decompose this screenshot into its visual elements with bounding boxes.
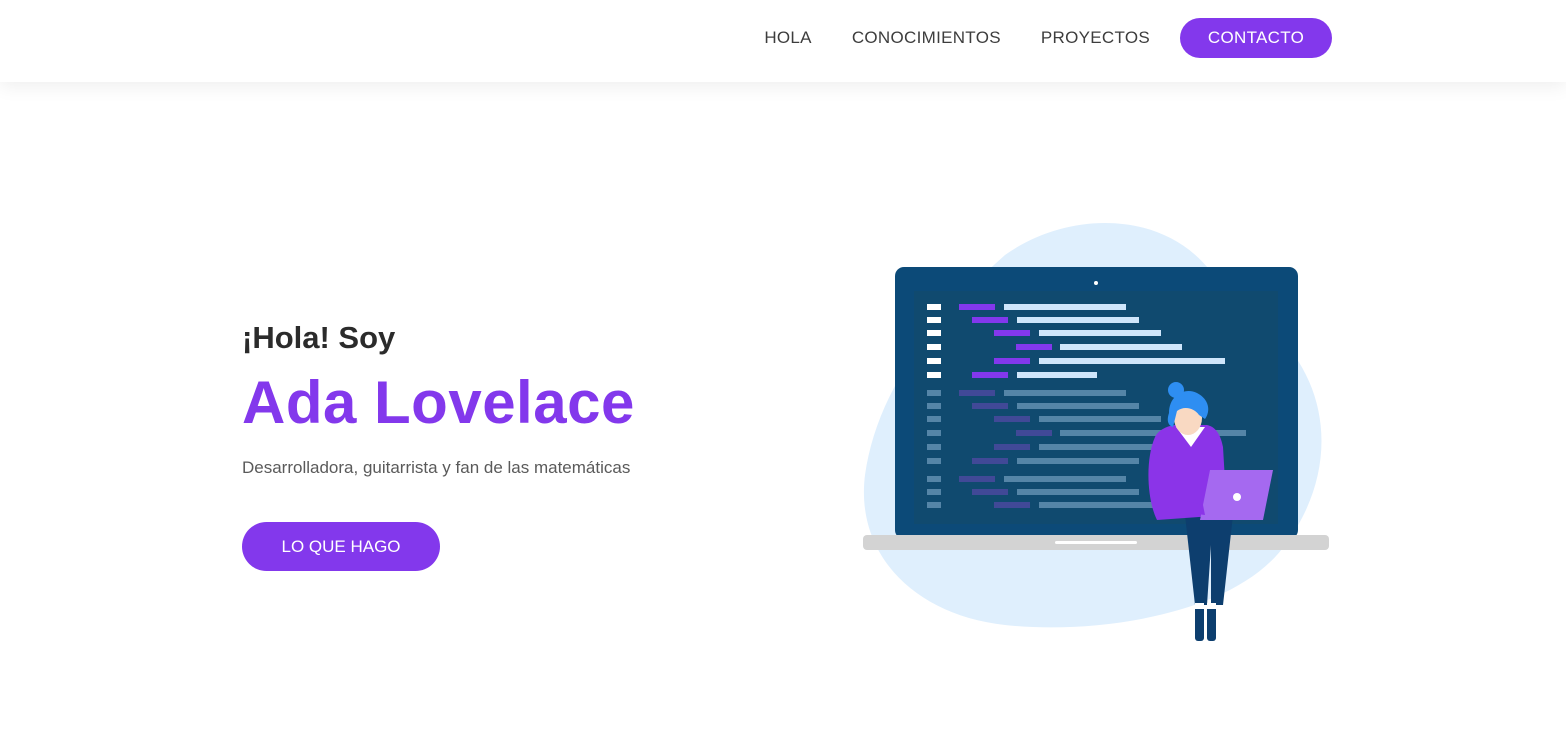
hero-name: Ada Lovelace	[242, 369, 635, 436]
nav-link-hola[interactable]: HOLA	[764, 18, 812, 58]
laptop-notch	[1055, 541, 1137, 544]
nav-link-conocimientos[interactable]: CONOCIMIENTOS	[852, 18, 1001, 58]
hero-section: ¡Hola! Soy Ada Lovelace Desarrolladora, …	[242, 318, 635, 571]
what-i-do-button[interactable]: LO QUE HAGO	[242, 522, 440, 571]
nav-link-proyectos[interactable]: PROYECTOS	[1041, 18, 1150, 58]
hero-tagline: Desarrolladora, guitarrista y fan de las…	[242, 458, 631, 477]
site-header: HOLA CONOCIMIENTOS PROYECTOS CONTACTO	[0, 0, 1566, 82]
laptop-camera	[1094, 281, 1098, 285]
illustration-svg	[863, 222, 1329, 641]
main-nav: HOLA CONOCIMIENTOS PROYECTOS CONTACTO	[724, 18, 1332, 58]
small-laptop-logo	[1233, 493, 1241, 501]
contact-button[interactable]: CONTACTO	[1180, 18, 1332, 58]
woman-hair-bun	[1168, 382, 1184, 398]
developer-laptop-illustration	[855, 215, 1335, 645]
hero-greeting: ¡Hola! Soy	[242, 320, 396, 355]
